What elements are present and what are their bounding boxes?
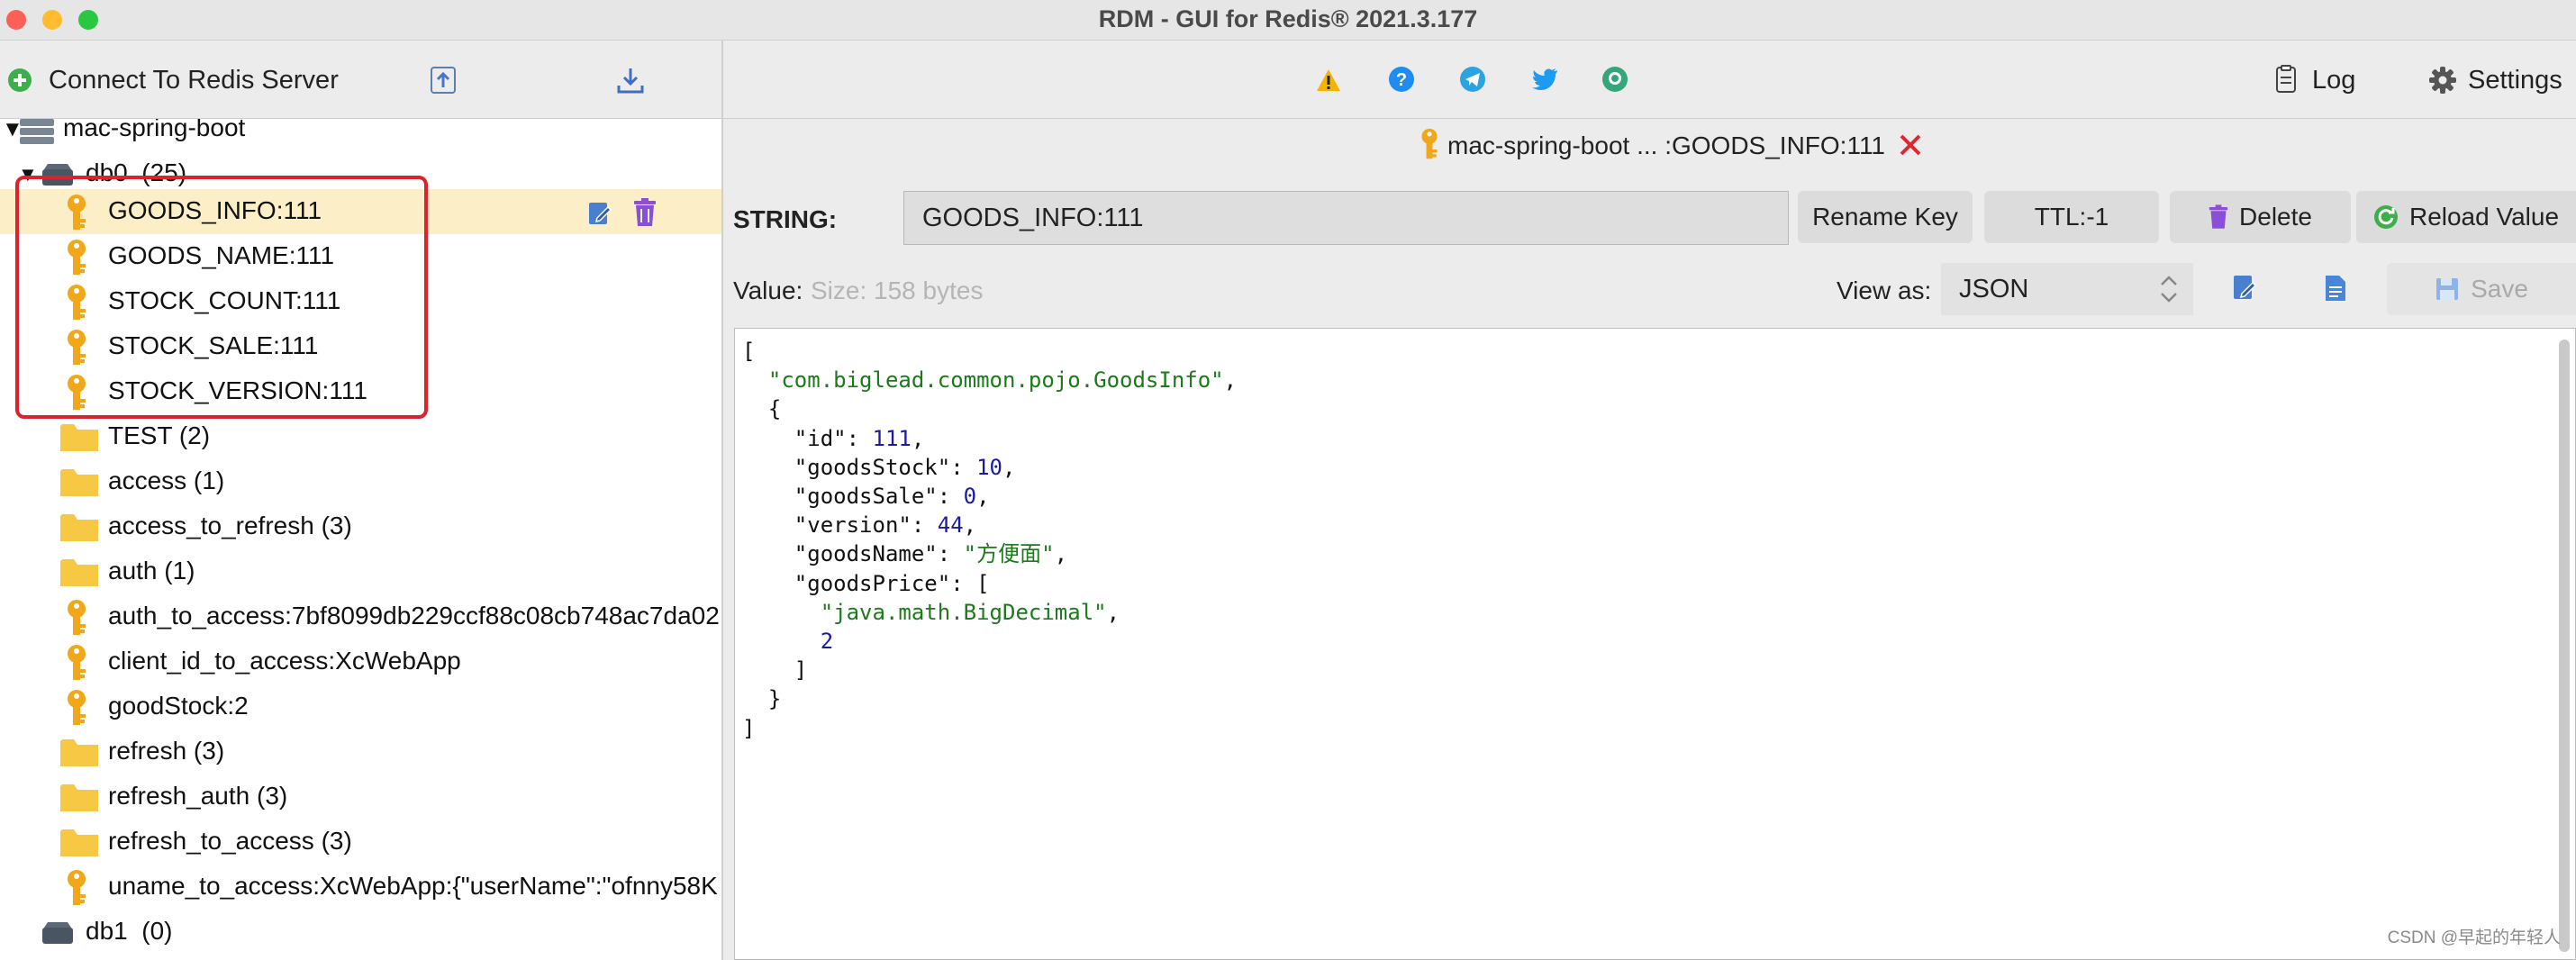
server-icon: [20, 119, 54, 144]
save-button[interactable]: Save: [2387, 263, 2576, 315]
key-label: client_id_to_access:XcWebApp: [108, 647, 461, 675]
folder-icon: [60, 739, 98, 766]
key-name-value: GOODS_INFO:111: [922, 203, 1144, 232]
editor-scrollbar[interactable]: [2559, 340, 2570, 952]
delete-button[interactable]: Delete: [2170, 191, 2351, 243]
tab-key-icon: [1419, 128, 1440, 165]
twitter-icon[interactable]: [1531, 68, 1558, 95]
warning-icon[interactable]: [1315, 68, 1342, 97]
svg-text:?: ?: [1396, 70, 1407, 90]
export-icon[interactable]: [616, 66, 645, 99]
key-icon: [68, 645, 86, 680]
value-editor[interactable]: [ "com.biglead.common.pojo.GoodsInfo", {…: [734, 328, 2576, 960]
log-icon[interactable]: [2275, 65, 2297, 98]
folder-label: refresh_auth (3): [108, 782, 288, 810]
tree-folder-row[interactable]: refresh (3): [0, 729, 721, 774]
folder-icon: [60, 469, 98, 496]
gear-icon[interactable]: [2428, 66, 2457, 99]
view-as-label: View as:: [1837, 276, 1932, 304]
title-bar: RDM - GUI for Redis® 2021.3.177: [0, 0, 2576, 41]
json-content: [ "com.biglead.common.pojo.GoodsInfo", {…: [742, 339, 1238, 741]
key-icon: [68, 600, 86, 635]
key-label: uname_to_access:XcWebApp:{"userName":"of…: [108, 872, 718, 900]
folder-label: auth (1): [108, 557, 195, 584]
database-icon: [42, 922, 73, 944]
key-icon: [68, 870, 86, 905]
telegram-icon[interactable]: [1459, 66, 1486, 97]
delete-label: Delete: [2239, 203, 2312, 231]
folder-icon: [60, 559, 98, 586]
folder-icon: [60, 784, 98, 811]
watermark: CSDN @早起的年轻人: [2387, 928, 2561, 947]
import-icon[interactable]: [430, 66, 457, 99]
close-tab-icon[interactable]: [1899, 133, 1922, 161]
save-label: Save: [2471, 275, 2528, 303]
chevron-updown-icon: [2161, 276, 2177, 303]
tree-folder-row[interactable]: access (1): [0, 459, 721, 504]
db1-count: (0): [141, 917, 173, 945]
settings-button[interactable]: Settings: [2468, 66, 2562, 95]
toolbar: Connect To Redis Server ? Log Settings: [0, 41, 2576, 119]
key-name-field[interactable]: GOODS_INFO:111: [903, 191, 1789, 245]
tree-key-row[interactable]: auth_to_access:7bf8099db229ccf88c08cb748…: [0, 594, 721, 639]
annotation-highlight-box: [15, 176, 428, 419]
tree-folder-row[interactable]: TEST (2): [0, 414, 721, 459]
toolbar-divider: [721, 41, 723, 118]
trash-icon[interactable]: [633, 198, 657, 227]
folder-icon: [60, 514, 98, 541]
reload-label: Reload Value: [2408, 203, 2560, 231]
tree-folder-row[interactable]: access_to_refresh (3): [0, 504, 721, 549]
tree-folder-row[interactable]: refresh_to_access (3): [0, 820, 721, 865]
trash-icon: [2209, 204, 2228, 229]
window-title: RDM - GUI for Redis® 2021.3.177: [1098, 5, 1478, 32]
connect-button[interactable]: Connect To Redis Server: [49, 66, 339, 95]
value-size-label: Size: 158 bytes: [811, 276, 984, 304]
folder-label: TEST (2): [108, 421, 211, 449]
folder-icon: [60, 424, 98, 451]
edit-value-icon[interactable]: [2231, 274, 2258, 307]
ttl-button[interactable]: TTL:-1: [1984, 191, 2159, 243]
view-as-value: JSON: [1959, 274, 2029, 303]
edit-key-icon[interactable]: [586, 200, 613, 227]
folder-label: refresh_to_access (3): [108, 827, 352, 855]
connection-name: mac-spring-boot: [63, 119, 246, 141]
tree-connection-row[interactable]: ▼ mac-spring-boot: [0, 119, 721, 151]
tree-key-row[interactable]: uname_to_access:XcWebApp:{"userName":"of…: [0, 865, 721, 910]
help-icon[interactable]: ?: [1388, 66, 1415, 97]
tree-folder-row[interactable]: refresh_auth (3): [0, 774, 721, 820]
rename-key-button[interactable]: Rename Key: [1798, 191, 1973, 243]
view-as-select[interactable]: JSON: [1941, 263, 2193, 315]
tree-db1-row[interactable]: db1 (0): [0, 910, 721, 955]
plus-circle-icon[interactable]: [7, 68, 32, 97]
reload-value-button[interactable]: Reload Value: [2356, 191, 2576, 243]
tab-title[interactable]: mac-spring-boot ... :GOODS_INFO:111: [1447, 131, 1885, 160]
log-button[interactable]: Log: [2312, 66, 2355, 95]
copy-value-icon[interactable]: [2324, 274, 2347, 307]
folder-label: access_to_refresh (3): [108, 512, 352, 539]
key-icon: [68, 690, 86, 725]
key-label: goodStock:2: [108, 692, 249, 720]
github-icon[interactable]: [1601, 66, 1628, 97]
folder-label: refresh (3): [108, 737, 225, 765]
tree-key-row[interactable]: goodStock:2: [0, 684, 721, 729]
floppy-icon: [2436, 278, 2459, 300]
folder-label: access (1): [108, 466, 225, 494]
key-label: auth_to_access:7bf8099db229ccf88c08cb748…: [108, 602, 720, 629]
tree-folder-row[interactable]: auth (1): [0, 549, 721, 594]
db1-label: db1: [86, 917, 128, 945]
tree-key-row[interactable]: client_id_to_access:XcWebApp: [0, 639, 721, 684]
folder-icon: [60, 829, 98, 856]
value-label: Value:: [733, 276, 803, 304]
reload-icon: [2373, 205, 2398, 229]
key-type-label: STRING:: [733, 205, 838, 233]
